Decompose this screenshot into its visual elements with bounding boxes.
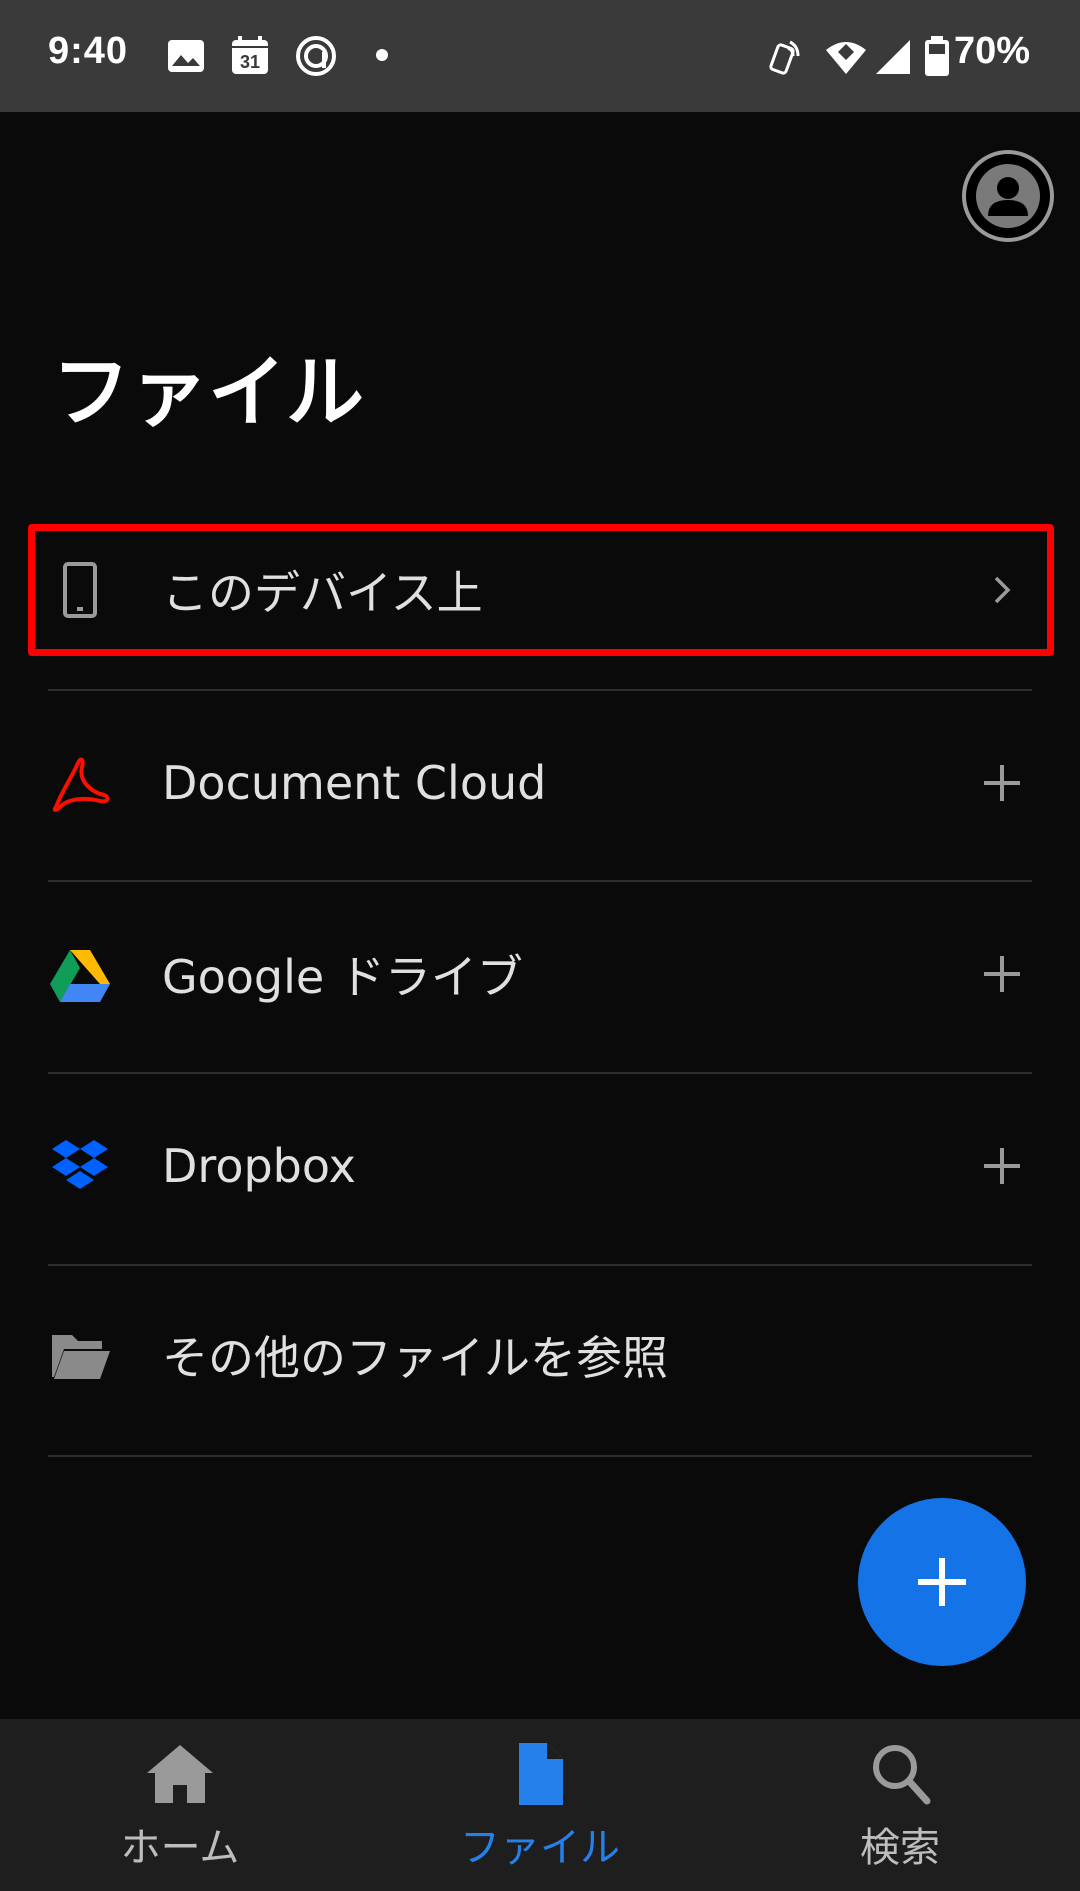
list-item-label: Dropbox — [162, 1139, 356, 1193]
plus-icon[interactable] — [978, 759, 1026, 807]
list-item-dropbox[interactable]: Dropbox — [48, 1071, 1032, 1261]
wifi-icon — [826, 42, 866, 74]
calendar-day: 31 — [240, 52, 260, 72]
list-item-label: Document Cloud — [162, 756, 547, 810]
highlight-box — [28, 524, 1054, 656]
folder-icon — [52, 1335, 110, 1379]
account-icon — [976, 164, 1040, 228]
battery-percentage: 70% — [954, 30, 1031, 72]
add-fab-button[interactable] — [858, 1498, 1026, 1666]
dropbox-icon — [52, 1140, 108, 1189]
status-bar: 9:40 31 70% — [0, 0, 1080, 112]
list-item-browse-files[interactable]: その他のファイルを参照 — [48, 1260, 1032, 1450]
threads-icon — [296, 36, 336, 76]
notification-dot — [376, 49, 388, 61]
status-time: 9:40 — [48, 30, 129, 72]
divider — [48, 1455, 1032, 1457]
plus-icon[interactable] — [978, 1142, 1026, 1190]
nfc-icon — [769, 40, 800, 75]
image-icon — [168, 40, 204, 72]
file-icon — [519, 1743, 563, 1805]
account-button[interactable] — [962, 150, 1054, 242]
list-item-google-drive[interactable]: Google ドライブ — [48, 879, 1032, 1069]
plus-icon[interactable] — [978, 950, 1026, 998]
bottom-navigation: ホーム ファイル 検索 — [0, 1719, 1080, 1891]
nav-label: ファイル — [460, 1825, 620, 1871]
nav-label: 検索 — [860, 1825, 940, 1871]
search-icon — [873, 1745, 931, 1805]
home-icon — [147, 1745, 213, 1803]
calendar-icon: 31 — [232, 36, 268, 74]
screen: 9:40 31 70% ファイル このデバイス上 Document Cloud … — [0, 0, 1080, 1891]
nav-search[interactable]: 検索 — [720, 1719, 1080, 1891]
page-title: ファイル — [52, 348, 365, 438]
nav-label: ホーム — [120, 1825, 240, 1871]
plus-icon — [918, 1558, 966, 1606]
battery-icon — [925, 36, 949, 76]
list-item-label: その他のファイルを参照 — [162, 1331, 668, 1385]
nav-home[interactable]: ホーム — [0, 1719, 360, 1891]
signal-icon — [876, 40, 910, 74]
list-item-document-cloud[interactable]: Document Cloud — [48, 688, 1032, 878]
list-item-label: Google ドライブ — [162, 950, 523, 1004]
google-drive-icon — [50, 950, 110, 1002]
acrobat-icon — [52, 757, 110, 812]
nav-files[interactable]: ファイル — [360, 1719, 720, 1891]
